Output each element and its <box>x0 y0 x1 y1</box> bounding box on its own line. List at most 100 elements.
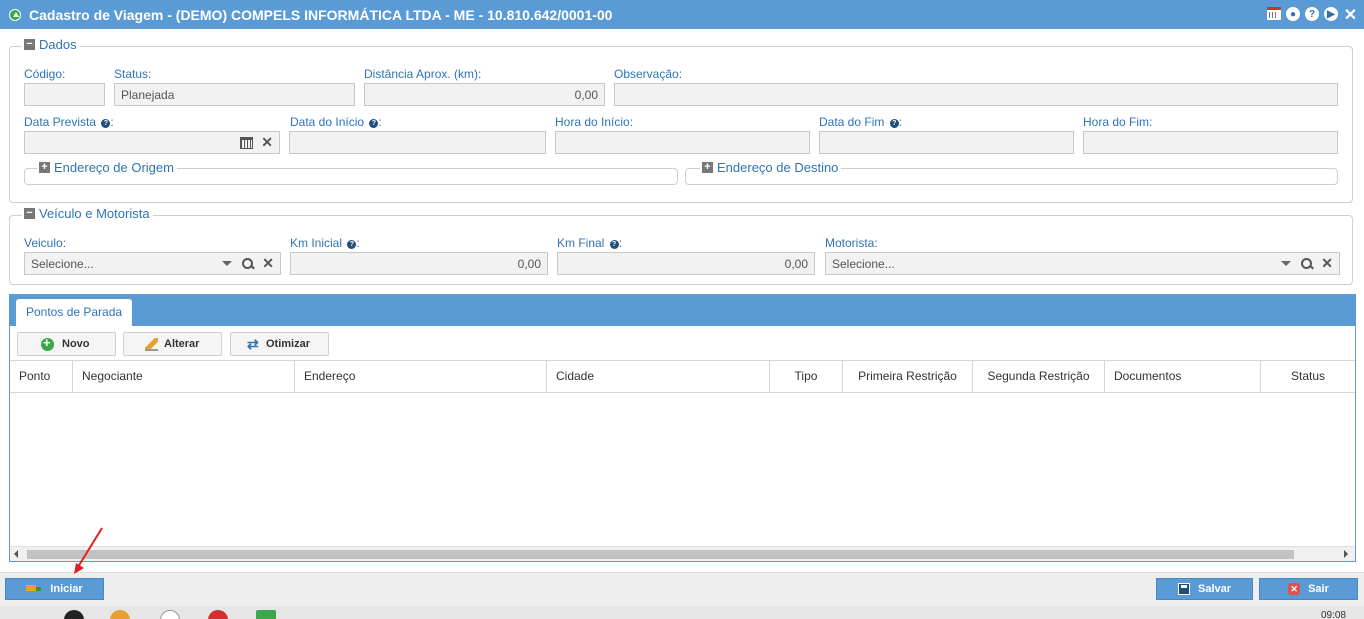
endereco-origem-label: Endereço de Origem <box>54 160 174 175</box>
data-prevista-field[interactable]: ✕ <box>24 131 280 154</box>
column-header-negociante[interactable]: Negociante <box>73 361 295 392</box>
column-header-status[interactable]: Status <box>1261 361 1355 392</box>
dados-legend-label: Dados <box>39 37 77 52</box>
observacao-label: Observação: <box>614 67 683 81</box>
sair-button[interactable]: ✕ Sair <box>1259 578 1358 600</box>
colon: : <box>378 115 382 129</box>
column-header-endereco[interactable]: Endereço <box>295 361 547 392</box>
hora-inicio-label: Hora do Início: <box>555 115 634 129</box>
veiculo-value: Selecione... <box>31 256 94 271</box>
veiculo-motorista-legend[interactable]: − Veículo e Motorista <box>22 206 153 221</box>
sair-button-label: Sair <box>1308 583 1329 595</box>
help-icon[interactable]: ? <box>609 240 619 249</box>
data-inicio-label-text: Data do Início <box>290 115 365 129</box>
truck-icon <box>26 584 42 594</box>
column-header-documentos[interactable]: Documentos <box>1105 361 1261 392</box>
clear-icon[interactable]: ✕ <box>261 134 273 151</box>
window-title: Cadastro de Viagem - (DEMO) COMPELS INFO… <box>29 6 613 23</box>
table-header: Ponto Negociante Endereço Cidade Tipo Pr… <box>10 360 1355 393</box>
salvar-button[interactable]: Salvar <box>1156 578 1253 600</box>
grid-toolbar: Novo Alterar ⇄ Otimizar <box>10 326 1355 360</box>
collapse-icon[interactable]: − <box>24 208 35 219</box>
colon: : <box>110 115 114 129</box>
clear-icon[interactable]: ✕ <box>262 255 274 272</box>
column-header-primeira-restricao[interactable]: Primeira Restrição <box>843 361 973 392</box>
close-icon[interactable]: ✕ <box>1343 7 1358 24</box>
taskbar-app-icon[interactable] <box>64 610 84 619</box>
colon: : <box>898 115 903 129</box>
data-inicio-field[interactable] <box>289 131 546 154</box>
alterar-button[interactable]: Alterar <box>123 332 222 356</box>
endereco-origem-legend[interactable]: + Endereço de Origem <box>37 160 177 175</box>
chevron-down-icon[interactable] <box>222 261 233 266</box>
calendar-icon[interactable] <box>1267 7 1281 20</box>
novo-button-label: Novo <box>62 338 90 350</box>
data-fim-field[interactable] <box>819 131 1074 154</box>
app-window: Cadastro de Viagem - (DEMO) COMPELS INFO… <box>0 0 1364 619</box>
refresh-icon: ⇄ <box>247 336 259 352</box>
novo-button[interactable]: Novo <box>17 332 116 356</box>
pontos-parada-panel: Pontos de Parada Novo Alterar ⇄ Otimizar… <box>9 294 1356 562</box>
taskbar-app-icon[interactable] <box>110 610 130 619</box>
taskbar-app-icon[interactable] <box>256 610 276 619</box>
column-header-ponto[interactable]: Ponto <box>10 361 73 392</box>
scrollbar-thumb[interactable] <box>27 550 1294 559</box>
alterar-button-label: Alterar <box>164 338 200 350</box>
iniciar-button[interactable]: Iniciar <box>5 578 104 600</box>
help-icon[interactable]: ? <box>1305 7 1319 21</box>
play-icon[interactable]: ▶ <box>1324 7 1338 21</box>
km-final-value: 0,00 <box>784 256 808 271</box>
chevron-down-icon[interactable] <box>1281 261 1292 266</box>
save-icon <box>1177 583 1190 595</box>
data-fim-label-text: Data do Fim <box>819 115 885 129</box>
data-prevista-label: Data Prevista ?: <box>24 115 114 129</box>
calendar-icon[interactable] <box>240 136 254 149</box>
collapse-icon[interactable]: − <box>24 39 35 50</box>
observacao-field[interactable] <box>614 83 1338 106</box>
help-icon[interactable]: ? <box>347 240 357 249</box>
dados-legend[interactable]: − Dados <box>22 37 80 52</box>
otimizar-button-label: Otimizar <box>266 338 311 350</box>
column-header-tipo[interactable]: Tipo <box>770 361 843 392</box>
status-label: Status: <box>114 67 152 81</box>
data-prevista-label-text: Data Prevista <box>24 115 97 129</box>
salvar-button-label: Salvar <box>1197 583 1232 595</box>
horizontal-scrollbar[interactable] <box>10 546 1355 561</box>
exit-icon: ✕ <box>1288 583 1301 595</box>
expand-icon[interactable]: + <box>702 162 713 173</box>
scroll-right-icon[interactable] <box>1344 550 1348 558</box>
endereco-origem-group: + Endereço de Origem <box>24 160 678 185</box>
tab-pontos-parada[interactable]: Pontos de Parada <box>16 299 133 326</box>
colon: : <box>356 236 360 250</box>
veiculo-select[interactable]: Selecione... ✕ <box>24 252 281 275</box>
column-header-segunda-restricao[interactable]: Segunda Restrição <box>973 361 1105 392</box>
motorista-select[interactable]: Selecione... ✕ <box>825 252 1340 275</box>
hora-fim-field[interactable] <box>1083 131 1338 154</box>
km-inicial-label-text: Km Inicial <box>290 236 343 250</box>
iniciar-button-label: Iniciar <box>50 583 83 595</box>
endereco-destino-label: Endereço de Destino <box>717 160 839 175</box>
clear-icon[interactable]: ✕ <box>1321 255 1333 272</box>
status-field[interactable]: Planejada <box>114 83 355 106</box>
taskbar-app-icon[interactable] <box>160 610 180 619</box>
help-icon[interactable]: ? <box>889 119 899 128</box>
scroll-left-icon[interactable] <box>14 550 18 558</box>
km-final-field[interactable]: 0,00 <box>557 252 815 275</box>
km-inicial-label: Km Inicial ?: <box>290 236 360 250</box>
codigo-field[interactable] <box>24 83 105 106</box>
settings-icon[interactable]: ● <box>1286 7 1300 21</box>
column-header-cidade[interactable]: Cidade <box>547 361 770 392</box>
otimizar-button[interactable]: ⇄ Otimizar <box>230 332 329 356</box>
tab-bar: Pontos de Parada <box>10 295 1355 326</box>
distancia-field[interactable]: 0,00 <box>364 83 605 106</box>
km-inicial-field[interactable]: 0,00 <box>290 252 548 275</box>
title-bar: Cadastro de Viagem - (DEMO) COMPELS INFO… <box>0 0 1364 29</box>
data-inicio-label: Data do Início ?: <box>290 115 382 129</box>
endereco-destino-legend[interactable]: + Endereço de Destino <box>700 160 842 175</box>
hora-inicio-field[interactable] <box>555 131 810 154</box>
taskbar-app-icon[interactable] <box>208 610 228 619</box>
km-inicial-value: 0,00 <box>517 256 541 271</box>
search-icon[interactable] <box>242 257 254 270</box>
expand-icon[interactable]: + <box>39 162 50 173</box>
search-icon[interactable] <box>1301 257 1313 270</box>
